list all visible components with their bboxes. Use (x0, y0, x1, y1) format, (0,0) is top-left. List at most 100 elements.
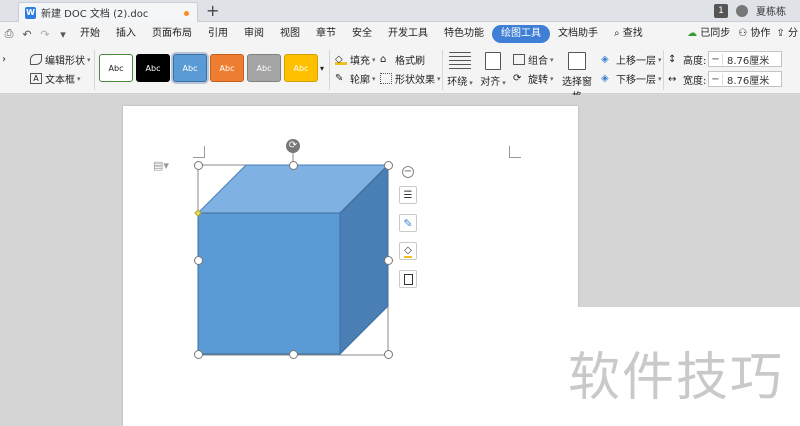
ribbon-separator (663, 50, 664, 90)
shape-style-6[interactable]: Abc (284, 54, 318, 82)
align-icon (485, 52, 501, 70)
resize-handle-se[interactable] (384, 350, 393, 359)
group-icon (513, 54, 525, 65)
frame-quick-button[interactable] (399, 270, 417, 288)
page-badge[interactable]: 1 (714, 3, 728, 18)
rotate-button[interactable]: ⟳ 旋转 ▾ (513, 71, 554, 86)
doc-icon: W (25, 6, 36, 19)
menu-security[interactable]: 安全 (344, 25, 380, 43)
menu-home[interactable]: 开始 (72, 25, 108, 43)
menu-find[interactable]: ⌕ 查找 (606, 25, 651, 43)
ribbon: › 编辑形状 ▾ A 文本框 ▾ ▾ ◇ 填充 ▾ ⌂ 格式刷 ✎ 轮廓 ▾ 形状效果 ▾… (0, 46, 800, 103)
user-name[interactable]: 夏栋栋 (756, 3, 786, 18)
text-box-button[interactable]: A 文本框 ▾ (30, 71, 81, 86)
tab-title: 新建 DOC 文档 (2).doc (41, 9, 149, 20)
find-label: 查找 (622, 28, 643, 39)
menu-doc-assistant[interactable]: 文档助手 (550, 25, 606, 43)
fill-button[interactable]: ◇ 填充 ▾ (335, 52, 376, 67)
resize-handle-w[interactable] (194, 256, 203, 265)
print-preview-icon[interactable]: ⎙ (0, 27, 18, 41)
edit-shape-label: 编辑形状 (45, 56, 85, 67)
format-painter-button[interactable]: ⌂ 格式刷 (380, 52, 425, 67)
menu-drawing-tools[interactable]: 绘图工具 (492, 25, 550, 43)
outline-label: 轮廓 (350, 75, 370, 86)
share-button[interactable]: ⇪ 分 (774, 25, 800, 43)
document-tab[interactable]: W 新建 DOC 文档 (2).doc (18, 2, 198, 22)
redo-icon[interactable]: ↷ (36, 28, 54, 41)
shape-style-label: Abc (256, 63, 272, 73)
menu-review[interactable]: 审阅 (236, 25, 272, 43)
resize-handle-nw[interactable] (194, 161, 203, 170)
bring-forward-icon: ◈ (601, 54, 609, 65)
undo-icon[interactable]: ↶ (18, 28, 36, 41)
menu-bar: ⎙ ↶ ↷ ▾ 开始 插入 页面布局 引用 审阅 视图 章节 安全 开发工具 特… (0, 22, 800, 46)
menu-insert[interactable]: 插入 (108, 25, 144, 43)
user-icon[interactable] (736, 4, 748, 17)
shape-style-2[interactable]: Abc (136, 54, 170, 82)
share-icon: ⇪ (776, 28, 785, 39)
rotate-handle-icon[interactable]: ⟳ (286, 139, 300, 153)
menu-page-layout[interactable]: 页面布局 (144, 25, 200, 43)
height-icon: ↕ (668, 54, 677, 65)
collab-label: 协作 (750, 28, 771, 39)
text-box-label: 文本框 (45, 75, 75, 86)
fill-quick-button[interactable]: ◇ (399, 242, 417, 260)
width-label: 宽度: (683, 76, 707, 87)
outline-quick-button[interactable]: ✎ (399, 214, 417, 232)
document-page[interactable]: ▤▾ ⟳ − ☰ ✎ ◇ (123, 106, 578, 426)
shape-style-1[interactable]: Abc (99, 54, 133, 82)
edit-shape-icon (30, 54, 42, 65)
shape-style-label: Abc (108, 63, 124, 73)
height-decrement-button[interactable]: − (709, 53, 723, 65)
height-field[interactable]: − 8.76厘米 (708, 51, 782, 67)
pen-icon: ✎ (403, 216, 413, 230)
width-value[interactable]: 8.76厘米 (723, 72, 769, 87)
resize-handle-sw[interactable] (194, 350, 203, 359)
group-button[interactable]: 组合 ▾ (513, 52, 554, 67)
outline-button[interactable]: ✎ 轮廓 ▾ (335, 71, 376, 86)
ribbon-left-arrows[interactable]: › (2, 54, 6, 65)
shape-style-label: Abc (145, 63, 161, 73)
sync-label: 已同步 (700, 28, 731, 39)
shape-style-3[interactable]: Abc (173, 54, 207, 82)
minus-icon[interactable]: − (402, 166, 414, 178)
shape-canvas (194, 151, 390, 356)
search-icon: ⌕ (614, 28, 620, 39)
more-icon[interactable]: ▾ (54, 28, 72, 41)
menu-section[interactable]: 章节 (308, 25, 344, 43)
sync-status[interactable]: ☁ 已同步 (683, 25, 734, 43)
align-button[interactable]: 对齐 ▾ (480, 52, 506, 88)
width-label-wrap: ↔ 宽度: (668, 72, 706, 87)
shape-effect-button[interactable]: 形状效果 ▾ (380, 71, 441, 86)
wrap-label: 环绕 (447, 77, 468, 88)
send-backward-label: 下移一层 (616, 75, 656, 86)
wrap-button[interactable]: 环绕 ▾ (447, 52, 473, 88)
layout-options-button[interactable]: ☰ (399, 186, 417, 204)
shape-style-5[interactable]: Abc (247, 54, 281, 82)
menu-developer[interactable]: 开发工具 (380, 25, 436, 43)
height-value[interactable]: 8.76厘米 (723, 52, 769, 67)
send-backward-button[interactable]: ◈ 下移一层 ▾ (601, 71, 662, 86)
width-field[interactable]: − 8.76厘米 (708, 71, 782, 87)
collab-button[interactable]: ⚇ 协作 (734, 25, 774, 43)
resize-handle-n[interactable] (289, 161, 298, 170)
new-tab-button[interactable]: + (206, 1, 219, 21)
text-wrap-icon (449, 52, 471, 70)
format-painter-label: 格式刷 (395, 56, 425, 67)
menu-references[interactable]: 引用 (200, 25, 236, 43)
resize-handle-e[interactable] (384, 256, 393, 265)
edit-shape-button[interactable]: 编辑形状 ▾ (30, 52, 91, 67)
resize-handle-s[interactable] (289, 350, 298, 359)
shape-effect-label: 形状效果 (395, 75, 435, 86)
menu-view[interactable]: 视图 (272, 25, 308, 43)
ribbon-separator (329, 50, 330, 90)
menu-special[interactable]: 特色功能 (436, 25, 492, 43)
bring-forward-label: 上移一层 (616, 56, 656, 67)
width-decrement-button[interactable]: − (709, 73, 723, 85)
height-label-wrap: ↕ 高度: (668, 52, 706, 67)
resize-handle-ne[interactable] (384, 161, 393, 170)
title-bar: W 新建 DOC 文档 (2).doc + 1 夏栋栋 (0, 0, 800, 22)
bring-forward-button[interactable]: ◈ 上移一层 ▾ (601, 52, 662, 67)
shape-style-4[interactable]: Abc (210, 54, 244, 82)
style-gallery-more[interactable]: ▾ (320, 64, 324, 73)
